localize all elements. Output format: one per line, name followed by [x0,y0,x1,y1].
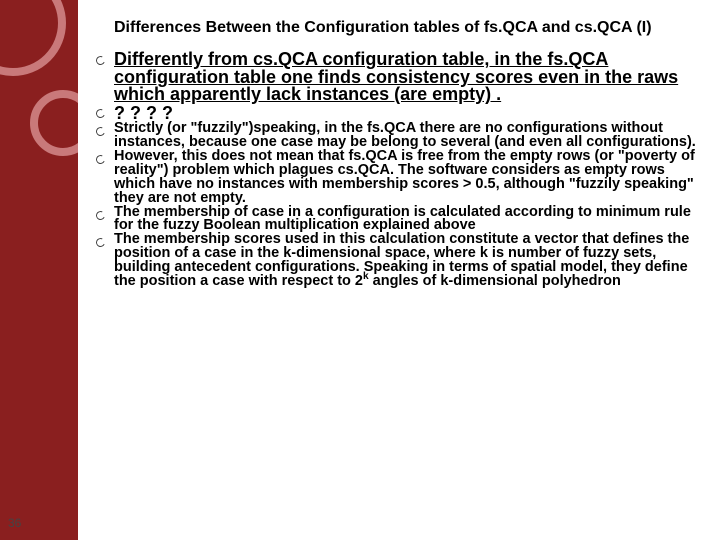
page-number: 36 [8,516,21,530]
slide-title: Differences Between the Configuration ta… [114,18,708,37]
bullet-item: Differently from cs.QCA configuration ta… [90,51,708,104]
bullet-item: The membership of case in a configuratio… [90,206,708,234]
decorative-sidebar [0,0,78,540]
bullet-item: Strictly (or "fuzzily")speaking, in the … [90,122,708,150]
bullet-item: However, this does not mean that fs.QCA … [90,150,708,206]
slide-content: Differences Between the Configuration ta… [90,18,708,289]
decorative-circle [0,0,66,76]
decorative-circle [30,90,78,156]
bullet-list: Differently from cs.QCA configuration ta… [90,51,708,289]
bullet-item: The membership scores used in this calcu… [90,233,708,289]
